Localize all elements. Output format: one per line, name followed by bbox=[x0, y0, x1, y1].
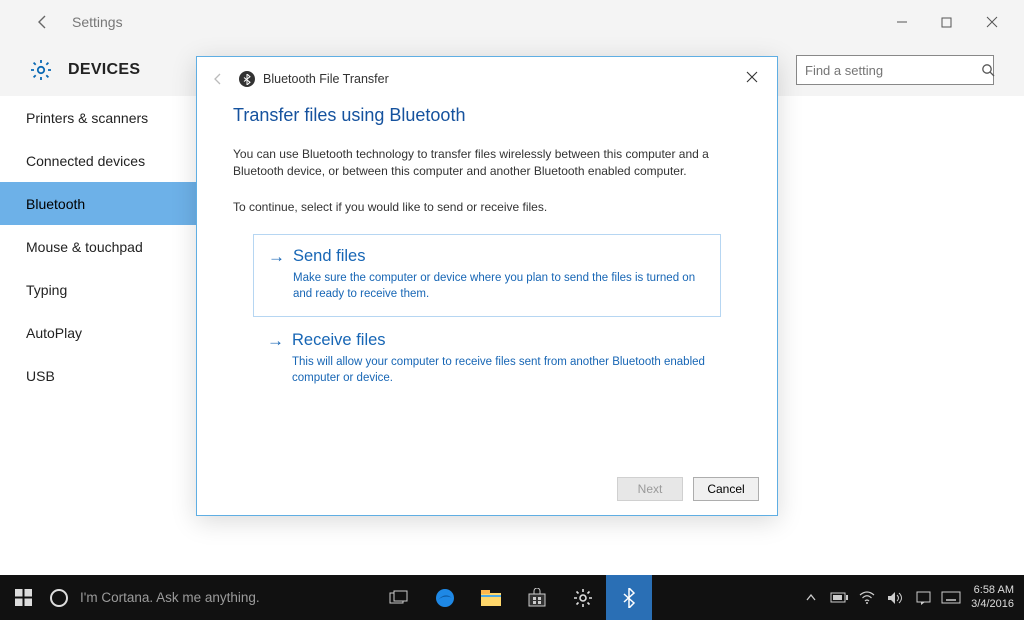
bluetooth-taskbar-icon[interactable] bbox=[606, 575, 652, 620]
clock-time: 6:58 AM bbox=[971, 584, 1014, 598]
wifi-icon[interactable] bbox=[853, 575, 881, 620]
sidebar-item-bluetooth[interactable]: Bluetooth bbox=[0, 182, 196, 225]
tray-expand-icon[interactable] bbox=[797, 575, 825, 620]
send-files-title: Send files bbox=[293, 247, 706, 266]
receive-files-title: Receive files bbox=[292, 331, 707, 350]
sidebar-item-printers[interactable]: Printers & scanners bbox=[0, 96, 196, 139]
notifications-icon[interactable] bbox=[909, 575, 937, 620]
dialog-intro-text: You can use Bluetooth technology to tran… bbox=[233, 146, 741, 181]
next-button: Next bbox=[617, 477, 683, 501]
minimize-button[interactable] bbox=[879, 7, 924, 37]
clock-date: 3/4/2016 bbox=[971, 598, 1014, 612]
maximize-button[interactable] bbox=[924, 7, 969, 37]
bluetooth-icon bbox=[239, 71, 255, 87]
search-box[interactable] bbox=[796, 55, 994, 85]
close-button[interactable] bbox=[969, 7, 1014, 37]
battery-icon[interactable] bbox=[825, 575, 853, 620]
send-files-option[interactable]: → Send files Make sure the computer or d… bbox=[253, 234, 721, 317]
sidebar-item-autoplay[interactable]: AutoPlay bbox=[0, 311, 196, 354]
window-titlebar: Settings bbox=[0, 0, 1024, 44]
edge-icon[interactable] bbox=[422, 575, 468, 620]
dialog-back-button[interactable] bbox=[211, 72, 229, 86]
dialog-heading: Transfer files using Bluetooth bbox=[233, 105, 741, 126]
store-icon[interactable] bbox=[514, 575, 560, 620]
sidebar-item-typing[interactable]: Typing bbox=[0, 268, 196, 311]
sidebar-item-label: Connected devices bbox=[26, 153, 145, 169]
sidebar-item-connected-devices[interactable]: Connected devices bbox=[0, 139, 196, 182]
sidebar: Printers & scanners Connected devices Bl… bbox=[0, 96, 196, 575]
sidebar-item-label: AutoPlay bbox=[26, 325, 82, 341]
window-title: Settings bbox=[72, 14, 123, 30]
cancel-button-label: Cancel bbox=[707, 482, 744, 496]
gear-icon bbox=[28, 57, 54, 83]
task-view-button[interactable] bbox=[376, 575, 422, 620]
cortana-search[interactable]: I'm Cortana. Ask me anything. bbox=[46, 575, 376, 620]
dialog-prompt-text: To continue, select if you would like to… bbox=[233, 199, 741, 216]
search-input[interactable] bbox=[805, 63, 981, 78]
taskbar-clock[interactable]: 6:58 AM 3/4/2016 bbox=[965, 584, 1024, 612]
cancel-button[interactable]: Cancel bbox=[693, 477, 759, 501]
section-title: DEVICES bbox=[68, 61, 140, 79]
sidebar-item-mouse-touchpad[interactable]: Mouse & touchpad bbox=[0, 225, 196, 268]
keyboard-icon[interactable] bbox=[937, 575, 965, 620]
sidebar-item-label: Typing bbox=[26, 282, 67, 298]
taskbar: I'm Cortana. Ask me anything. bbox=[0, 575, 1024, 620]
sidebar-item-label: USB bbox=[26, 368, 55, 384]
volume-icon[interactable] bbox=[881, 575, 909, 620]
back-button[interactable] bbox=[30, 9, 56, 35]
arrow-right-icon: → bbox=[268, 247, 285, 267]
search-icon bbox=[981, 63, 995, 77]
settings-icon[interactable] bbox=[560, 575, 606, 620]
file-explorer-icon[interactable] bbox=[468, 575, 514, 620]
receive-files-desc: This will allow your computer to receive… bbox=[292, 354, 707, 386]
arrow-right-icon: → bbox=[267, 331, 284, 351]
sidebar-item-label: Mouse & touchpad bbox=[26, 239, 143, 255]
system-tray: 6:58 AM 3/4/2016 bbox=[797, 575, 1024, 620]
receive-files-option[interactable]: → Receive files This will allow your com… bbox=[253, 331, 721, 386]
sidebar-item-usb[interactable]: USB bbox=[0, 354, 196, 397]
dialog-window-title: Bluetooth File Transfer bbox=[263, 72, 389, 86]
bluetooth-transfer-dialog: Bluetooth File Transfer Transfer files u… bbox=[196, 56, 778, 516]
cortana-icon bbox=[50, 589, 68, 607]
sidebar-item-label: Printers & scanners bbox=[26, 110, 148, 126]
send-files-desc: Make sure the computer or device where y… bbox=[293, 270, 706, 302]
start-button[interactable] bbox=[0, 575, 46, 620]
cortana-placeholder: I'm Cortana. Ask me anything. bbox=[80, 590, 260, 605]
sidebar-item-label: Bluetooth bbox=[26, 196, 85, 212]
next-button-label: Next bbox=[638, 482, 663, 496]
dialog-close-button[interactable] bbox=[737, 65, 767, 89]
